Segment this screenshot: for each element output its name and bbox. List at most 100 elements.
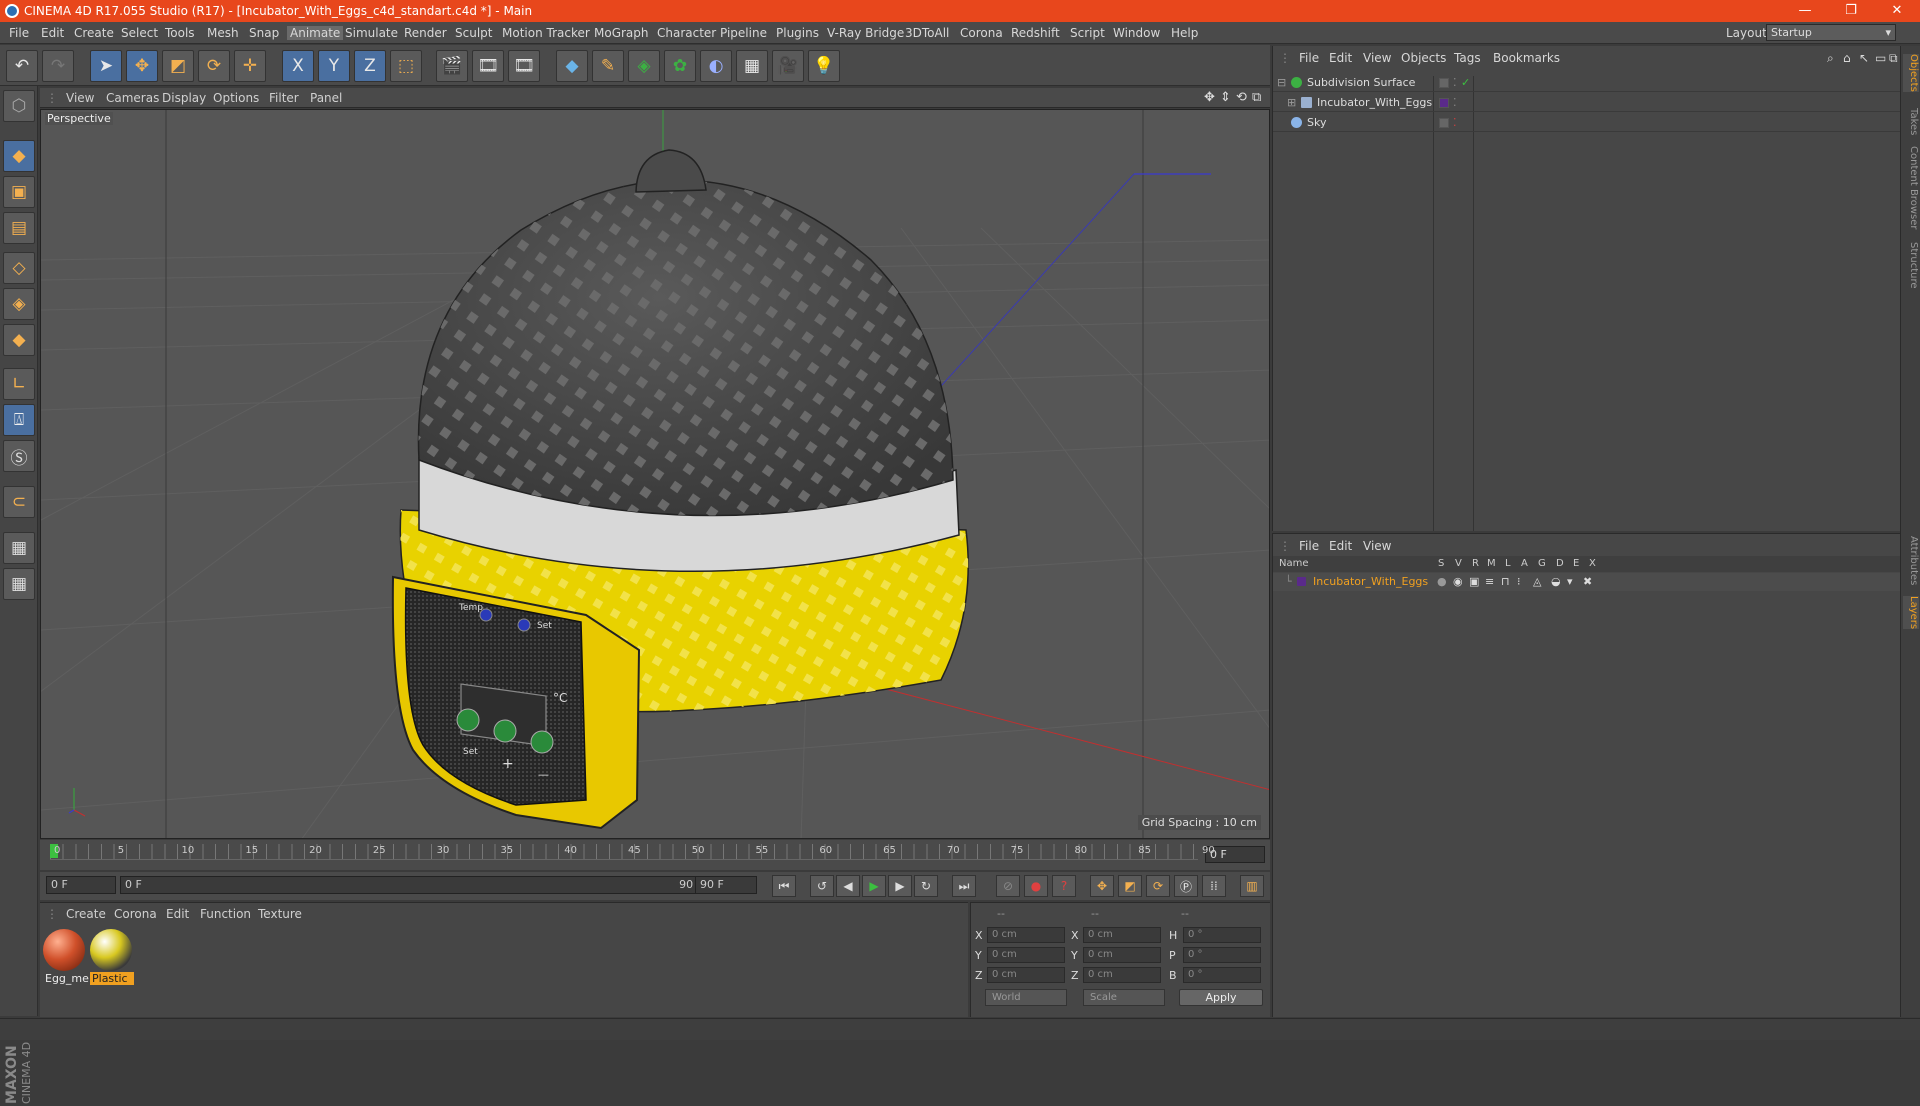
menu-select[interactable]: Select [121,26,158,40]
cube-object-button[interactable]: ◆ [556,50,588,82]
close-button[interactable]: ✕ [1874,0,1920,22]
menu-tools[interactable]: Tools [165,26,195,40]
viewport-menu-panel[interactable]: Panel [310,91,342,105]
preview-range-slider[interactable]: 0 F 90 F [120,876,720,894]
om-expand-icon[interactable]: ⧉ [1889,51,1898,66]
tab-content-browser[interactable]: Content Browser [1903,146,1919,229]
key-pla-button[interactable]: ⁞⁞ [1202,875,1226,897]
position-x-field[interactable]: 0 cm [987,927,1065,943]
texture-mode-button[interactable]: ▣ [3,176,35,208]
material-egg[interactable]: Egg_me [43,929,89,987]
menu-edit[interactable]: Edit [41,26,64,40]
lock-icon[interactable]: ⊓ [1501,575,1510,588]
key-rotation-button[interactable]: ⟳ [1146,875,1170,897]
visibility-dots-icon[interactable]: ⁚ [1453,96,1457,109]
om-menu-tags[interactable]: Tags [1454,51,1481,65]
om-menu-bookmarks[interactable]: Bookmarks [1493,51,1560,65]
menu-animate[interactable]: Animate [287,26,344,40]
layer-tag-box[interactable] [1439,118,1449,128]
tab-objects[interactable]: Objects [1903,54,1919,92]
viewport-menu-view[interactable]: View [66,91,94,105]
coordinate-system-button[interactable]: ⬚ [390,50,422,82]
lm-menu-edit[interactable]: Edit [1329,539,1352,553]
menu-render[interactable]: Render [404,26,447,40]
menu-pipeline[interactable]: Pipeline [720,26,767,40]
material-menu-function[interactable]: Function [200,907,251,921]
tab-takes[interactable]: Takes [1903,108,1919,135]
lock-workplane-button[interactable]: ▦ [3,532,35,564]
viewport-menu-options[interactable]: Options [213,91,259,105]
layer-tag-box[interactable] [1439,78,1449,88]
menu-window[interactable]: Window [1113,26,1160,40]
menu-motion-tracker[interactable]: Motion Tracker [502,26,590,40]
motion-record-button[interactable]: ⊘ [996,875,1020,897]
previous-key-button[interactable]: ↺ [810,875,834,897]
menu-3dtoall[interactable]: 3DToAll [905,26,949,40]
make-editable-button[interactable]: ⬡ [3,90,35,122]
y-axis-button[interactable]: Y [318,50,350,82]
position-y-field[interactable]: 0 cm [987,947,1065,963]
om-arrow-icon[interactable]: ↖ [1859,51,1869,65]
tab-layers[interactable]: Layers [1903,596,1919,630]
move-button[interactable]: ✥ [126,50,158,82]
object-row-subdivision[interactable]: ⊟ Subdivision Surface ⁚ ✓ [1273,74,1901,92]
solo-button[interactable]: Ⓢ [3,440,35,472]
polygons-mode-button[interactable]: ◆ [3,324,35,356]
snap-button[interactable]: ⊂ [3,486,35,518]
autokeying-button[interactable]: ? [1052,875,1076,897]
collapse-icon[interactable]: ⊟ [1277,76,1286,89]
material-menu-corona[interactable]: Corona [114,907,157,921]
rotate-button[interactable]: ⟳ [198,50,230,82]
key-scale-button[interactable]: ◩ [1118,875,1142,897]
render-settings-button[interactable]: 🎞 [508,50,540,82]
rotation-p-field[interactable]: 0 ° [1183,947,1261,963]
om-search-icon[interactable]: ⌕ [1827,51,1834,66]
enabled-check-icon[interactable]: ✓ [1461,76,1470,89]
viewport-menu-display[interactable]: Display [162,91,206,105]
light-button[interactable]: 💡 [808,50,840,82]
deformer-icon[interactable]: ◒ [1551,575,1561,588]
om-menu-edit[interactable]: Edit [1329,51,1352,65]
mograph-cloner-button[interactable]: ✿ [664,50,696,82]
menu-simulate[interactable]: Simulate [345,26,398,40]
tab-attributes[interactable]: Attributes [1903,536,1919,585]
om-window-icon[interactable]: ▭ [1875,51,1886,65]
object-row-sky[interactable]: Sky ⁚ [1273,114,1901,132]
position-z-field[interactable]: 0 cm [987,967,1065,983]
edges-mode-button[interactable]: ◈ [3,288,35,320]
object-row-incubator[interactable]: ⊞ Incubator_With_Eggs ⁚ [1273,94,1901,112]
menu-corona[interactable]: Corona [960,26,1003,40]
animation-icon[interactable]: ⁝ [1517,575,1521,588]
render-clapper-icon[interactable]: ▣ [1469,575,1479,588]
om-menu-view[interactable]: View [1363,51,1391,65]
axis-mode-button[interactable]: ∟ [3,368,35,400]
previous-frame-button[interactable]: ◀ [836,875,860,897]
render-view-button[interactable]: 🎬 [436,50,468,82]
menu-mograph[interactable]: MoGraph [594,26,649,40]
size-x-field[interactable]: 0 cm [1083,927,1161,943]
viewport-rotate-icon[interactable]: ⟲ [1236,90,1247,105]
menu-create[interactable]: Create [74,26,114,40]
redo-button[interactable]: ↷ [42,50,74,82]
xref-icon[interactable]: ✖ [1583,575,1592,588]
floor-button[interactable]: ▦ [736,50,768,82]
menu-script[interactable]: Script [1070,26,1105,40]
menu-file[interactable]: File [9,26,29,40]
menu-sculpt[interactable]: Sculpt [455,26,492,40]
tweak-mode-button[interactable]: ⍍ [3,404,35,436]
recent-tool-button[interactable]: ✛ [234,50,266,82]
timeline-window-button[interactable]: ▥ [1240,875,1264,897]
manager-list-icon[interactable]: ≡ [1485,575,1494,588]
lm-menu-view[interactable]: View [1363,539,1391,553]
layer-name[interactable]: Incubator_With_Eggs [1313,575,1428,588]
key-parameter-button[interactable]: Ⓟ [1174,875,1198,897]
size-z-field[interactable]: 0 cm [1083,967,1161,983]
view-eye-icon[interactable]: ◉ [1453,575,1463,588]
perspective-viewport[interactable]: Temp Set °C Set + — Perspective Grid Spa… [40,109,1270,839]
x-axis-button[interactable]: X [282,50,314,82]
camera-button[interactable]: 🎥 [772,50,804,82]
layer-color-swatch[interactable] [1297,577,1306,586]
viewport-maximize-icon[interactable]: ⧉ [1252,90,1261,105]
layer-color-swatch[interactable] [1439,98,1449,108]
workplane-mode-button[interactable]: ▤ [3,212,35,244]
